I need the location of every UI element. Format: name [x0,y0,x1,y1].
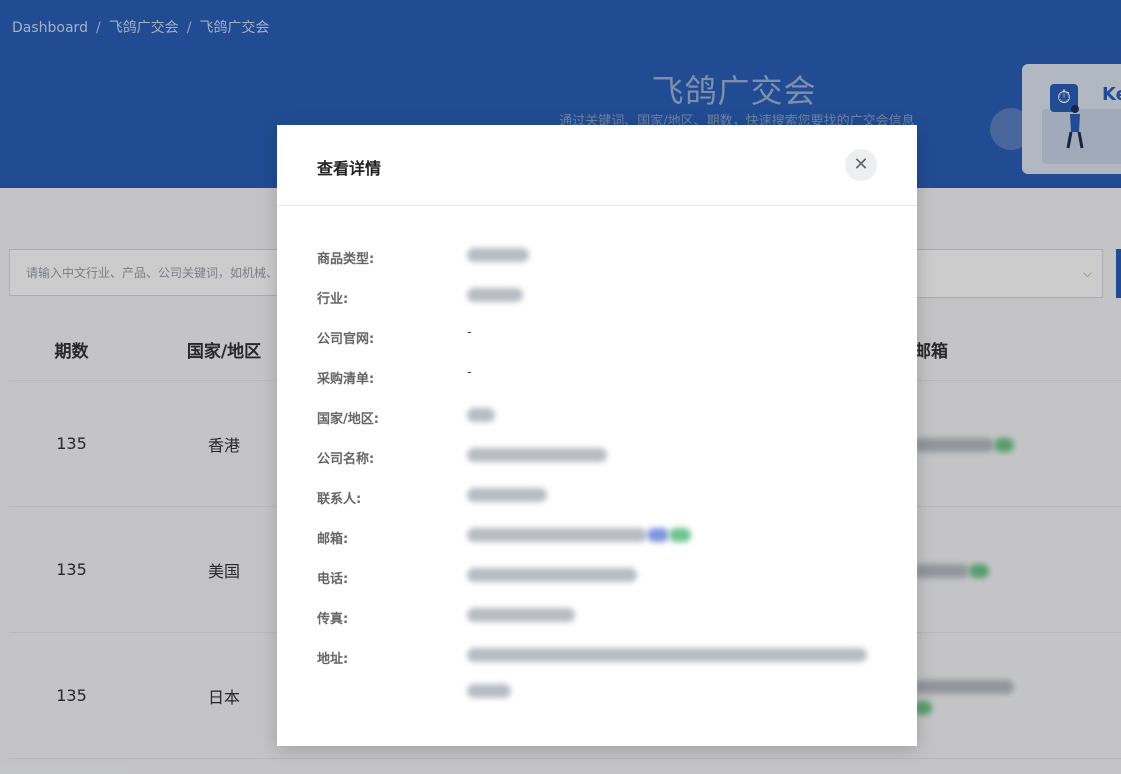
detail-row-country: 国家/地区: [317,405,877,445]
value-industry [467,285,523,302]
modal-title: 查看详情 [317,159,382,178]
label-email: 邮箱: [317,532,349,547]
value-address [467,645,867,698]
label-fax: 传真: [317,612,349,627]
redacted-badge [669,528,691,542]
label-industry: 行业: [317,292,349,307]
detail-modal: 查看详情 ✕ 商品类型: 行业: 公司官网: - 采购清单: - 国家/地区: … [277,125,917,746]
value-phone [467,565,637,582]
value-website: - [467,325,472,340]
label-contact: 联系人: [317,492,362,507]
detail-row-fax: 传真: [317,605,877,645]
detail-row-contact: 联系人: [317,485,877,525]
value-country [467,405,495,422]
detail-row-industry: 行业: [317,285,877,325]
redacted-text [467,648,867,662]
value-contact [467,485,547,502]
detail-list: 商品类型: 行业: 公司官网: - 采购清单: - 国家/地区: 公司名称: 联… [317,245,877,725]
label-website: 公司官网: [317,332,375,347]
modal-header: 查看详情 ✕ [277,125,917,206]
redacted-badge [647,528,669,542]
redacted-text [467,248,529,262]
label-product-type: 商品类型: [317,252,375,267]
redacted-text [467,288,523,302]
redacted-text [467,684,511,698]
redacted-text [467,528,647,542]
value-product-type [467,245,529,262]
label-company-name: 公司名称: [317,452,375,467]
label-address: 地址: [317,652,349,667]
detail-row-product-type: 商品类型: [317,245,877,285]
value-purchase-list: - [467,365,472,380]
redacted-text [467,408,495,422]
value-company-name [467,445,607,462]
close-icon: ✕ [853,154,869,175]
detail-row-purchase-list: 采购清单: - [317,365,877,405]
value-email [467,525,691,542]
detail-row-phone: 电话: [317,565,877,605]
detail-row-email: 邮箱: [317,525,877,565]
close-button[interactable]: ✕ [845,149,877,181]
label-country: 国家/地区: [317,412,379,427]
label-phone: 电话: [317,572,349,587]
redacted-text [467,448,607,462]
redacted-text [467,568,637,582]
label-purchase-list: 采购清单: [317,372,375,387]
detail-row-address: 地址: [317,645,877,725]
detail-row-company-name: 公司名称: [317,445,877,485]
redacted-text [467,488,547,502]
redacted-text [467,608,575,622]
detail-row-website: 公司官网: - [317,325,877,365]
value-fax [467,605,575,622]
